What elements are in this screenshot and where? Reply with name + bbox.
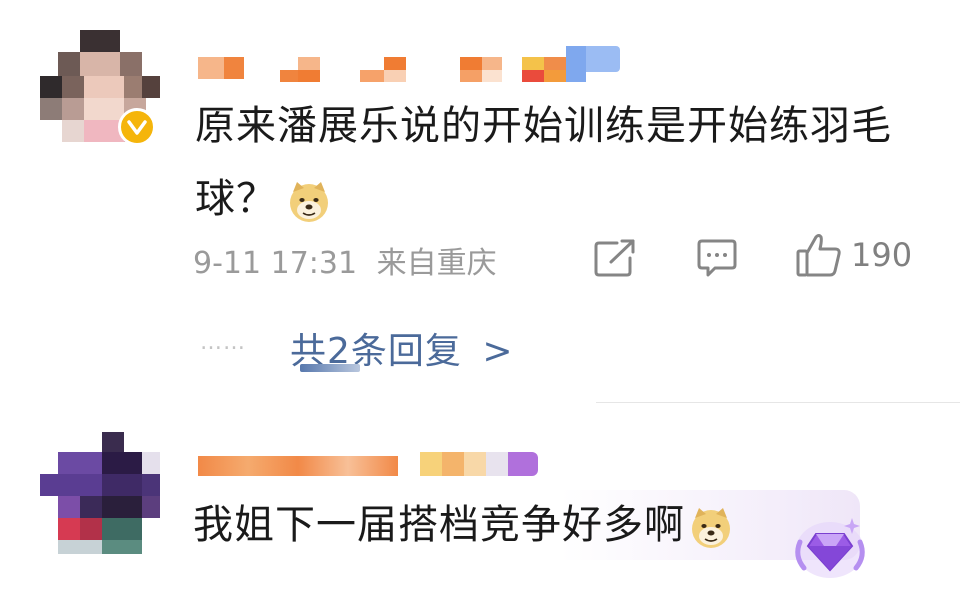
doge-emoji <box>689 501 733 548</box>
verified-badge-icon <box>118 108 156 146</box>
share-icon <box>594 239 635 277</box>
comment-divider <box>596 402 960 403</box>
username[interactable] <box>198 450 558 480</box>
username[interactable] <box>198 40 628 88</box>
replies-suffix: 条回复 <box>350 331 462 372</box>
comment-timestamp: 9-11 17:31 <box>193 246 358 281</box>
like-button[interactable]: 190 <box>795 232 912 278</box>
comment-text-fragment: 我姐下一届搭档竞争好多啊 <box>193 502 685 548</box>
share-button[interactable] <box>593 238 637 278</box>
comment-text: 我姐下一届搭档竞争好多啊 <box>193 489 793 562</box>
comment-text-fragment: 球？ <box>195 176 277 222</box>
replies-dots: …… <box>200 330 246 355</box>
avatar[interactable] <box>40 432 162 554</box>
purple-gem-badge-icon <box>790 512 870 584</box>
comment-meta: 9-11 17:31 来自重庆 <box>193 238 497 282</box>
like-count: 190 <box>851 236 913 274</box>
comment-text-line: 原来潘展乐说的开始训练是开始练羽毛 <box>195 103 892 149</box>
comment-text-line: 球？ <box>195 163 935 236</box>
reply-button[interactable] <box>695 238 739 278</box>
doge-emoji <box>287 175 331 222</box>
replies-underline <box>300 364 360 372</box>
comment-icon <box>697 239 737 277</box>
comment-text: 原来潘展乐说的开始训练是开始练羽毛 球？ <box>195 90 935 236</box>
thumbs-up-icon <box>796 234 841 277</box>
chevron-right-icon: > <box>482 331 514 372</box>
comment-location: 来自重庆 <box>376 246 497 281</box>
